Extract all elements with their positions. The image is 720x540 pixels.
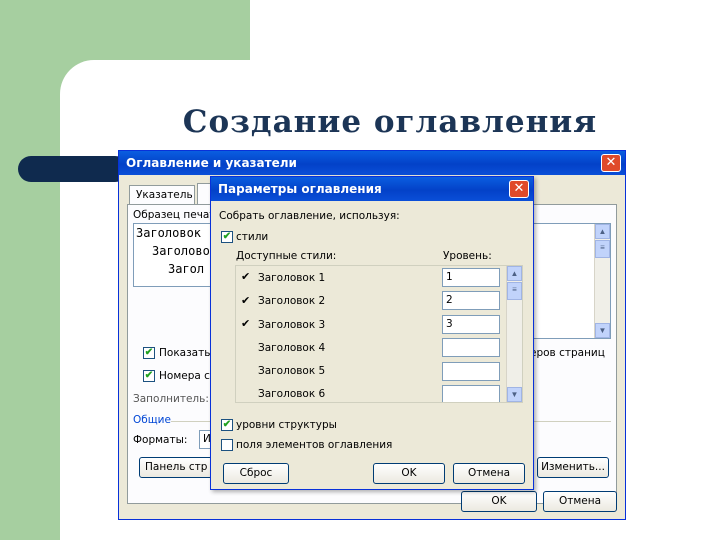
styles-checkbox[interactable]: ✔ (221, 231, 233, 243)
toc-options-dialog: Параметры оглавления ✕ Собрать оглавлени… (210, 176, 534, 490)
available-styles-header: Доступные стили: (236, 250, 337, 262)
web-preview-box: ▲ ≡ ▼ (533, 223, 611, 339)
level-field-6[interactable] (442, 385, 500, 402)
inner-cancel-button[interactable]: Отмена (453, 463, 525, 484)
row-check-icon: ✔ (241, 271, 251, 283)
print-preview-box: Заголовок Заголово Загол (133, 223, 215, 287)
preview-line-3: Загол (168, 262, 205, 276)
numbers-right-checkbox[interactable]: ✔ (143, 370, 155, 382)
level-field-2[interactable]: 2 (442, 291, 500, 310)
collect-label: Собрать оглавление, используя: (219, 210, 400, 222)
slide-title: Создание оглавления (182, 104, 598, 140)
filler-label: Заполнитель: (133, 393, 209, 405)
scroll-down-icon[interactable]: ▼ (595, 323, 610, 338)
toc-dialog-titlebar: Оглавление и указатели ✕ (119, 151, 625, 175)
toc-dialog-title: Оглавление и указатели (126, 156, 297, 170)
outer-ok-button[interactable]: OK (461, 491, 537, 512)
preview-line-1: Заголовок (136, 226, 202, 240)
inner-ok-button[interactable]: OK (373, 463, 445, 484)
scroll-thumb[interactable]: ≡ (595, 240, 610, 258)
style-name-6: Заголовок 6 (258, 388, 326, 400)
outline-levels-checkbox[interactable]: ✔ (221, 419, 233, 431)
scroll-thumb[interactable]: ≡ (507, 282, 522, 300)
level-field-4[interactable] (442, 338, 500, 357)
scroll-up-icon[interactable]: ▲ (507, 266, 522, 281)
level-field-5[interactable] (442, 362, 500, 381)
toc-fields-label: поля элементов оглавления (236, 439, 393, 451)
preview-label: Образец печат (133, 209, 216, 221)
toc-options-title: Параметры оглавления (218, 182, 382, 196)
close-icon[interactable]: ✕ (509, 180, 529, 198)
styles-list-scrollbar[interactable]: ▲ ≡ ▼ (506, 266, 522, 402)
preview-line-2: Заголово (152, 244, 210, 258)
outline-toolbar-button[interactable]: Панель стр (139, 457, 215, 478)
toc-fields-checkbox[interactable] (221, 439, 233, 451)
row-check-icon: ✔ (241, 318, 251, 330)
show-numbers-checkbox[interactable]: ✔ (143, 347, 155, 359)
style-name-3: Заголовок 3 (258, 319, 326, 331)
general-group-label: Общие (133, 414, 171, 426)
outer-cancel-button[interactable]: Отмена (543, 491, 617, 512)
right-numbers-label: еров страниц (530, 347, 605, 359)
tab-index[interactable]: Указатель (129, 185, 195, 205)
row-check-icon: ✔ (241, 295, 251, 307)
style-name-5: Заголовок 5 (258, 365, 326, 377)
scroll-down-icon[interactable]: ▼ (507, 387, 522, 402)
outline-levels-label: уровни структуры (236, 419, 337, 431)
tab-index-label: Указатель (136, 189, 193, 201)
preview-scrollbar[interactable]: ▲ ≡ ▼ (594, 224, 610, 338)
scroll-up-icon[interactable]: ▲ (595, 224, 610, 239)
modify-button[interactable]: Изменить... (537, 457, 609, 478)
formats-label: Форматы: (133, 434, 188, 446)
toc-options-titlebar: Параметры оглавления ✕ (211, 177, 533, 201)
level-field-3[interactable]: 3 (442, 315, 500, 334)
style-name-1: Заголовок 1 (258, 272, 326, 284)
styles-checkbox-label: стили (236, 231, 269, 243)
reset-button[interactable]: Сброс (223, 463, 289, 484)
level-header: Уровень: (443, 250, 492, 262)
level-field-1[interactable]: 1 (442, 268, 500, 287)
style-name-4: Заголовок 4 (258, 342, 326, 354)
decorative-pill (18, 156, 128, 182)
style-name-2: Заголовок 2 (258, 295, 326, 307)
close-icon[interactable]: ✕ (601, 154, 621, 172)
styles-list: ✔ Заголовок 1 1 ✔ Заголовок 2 2 ✔ Заголо… (235, 265, 523, 403)
